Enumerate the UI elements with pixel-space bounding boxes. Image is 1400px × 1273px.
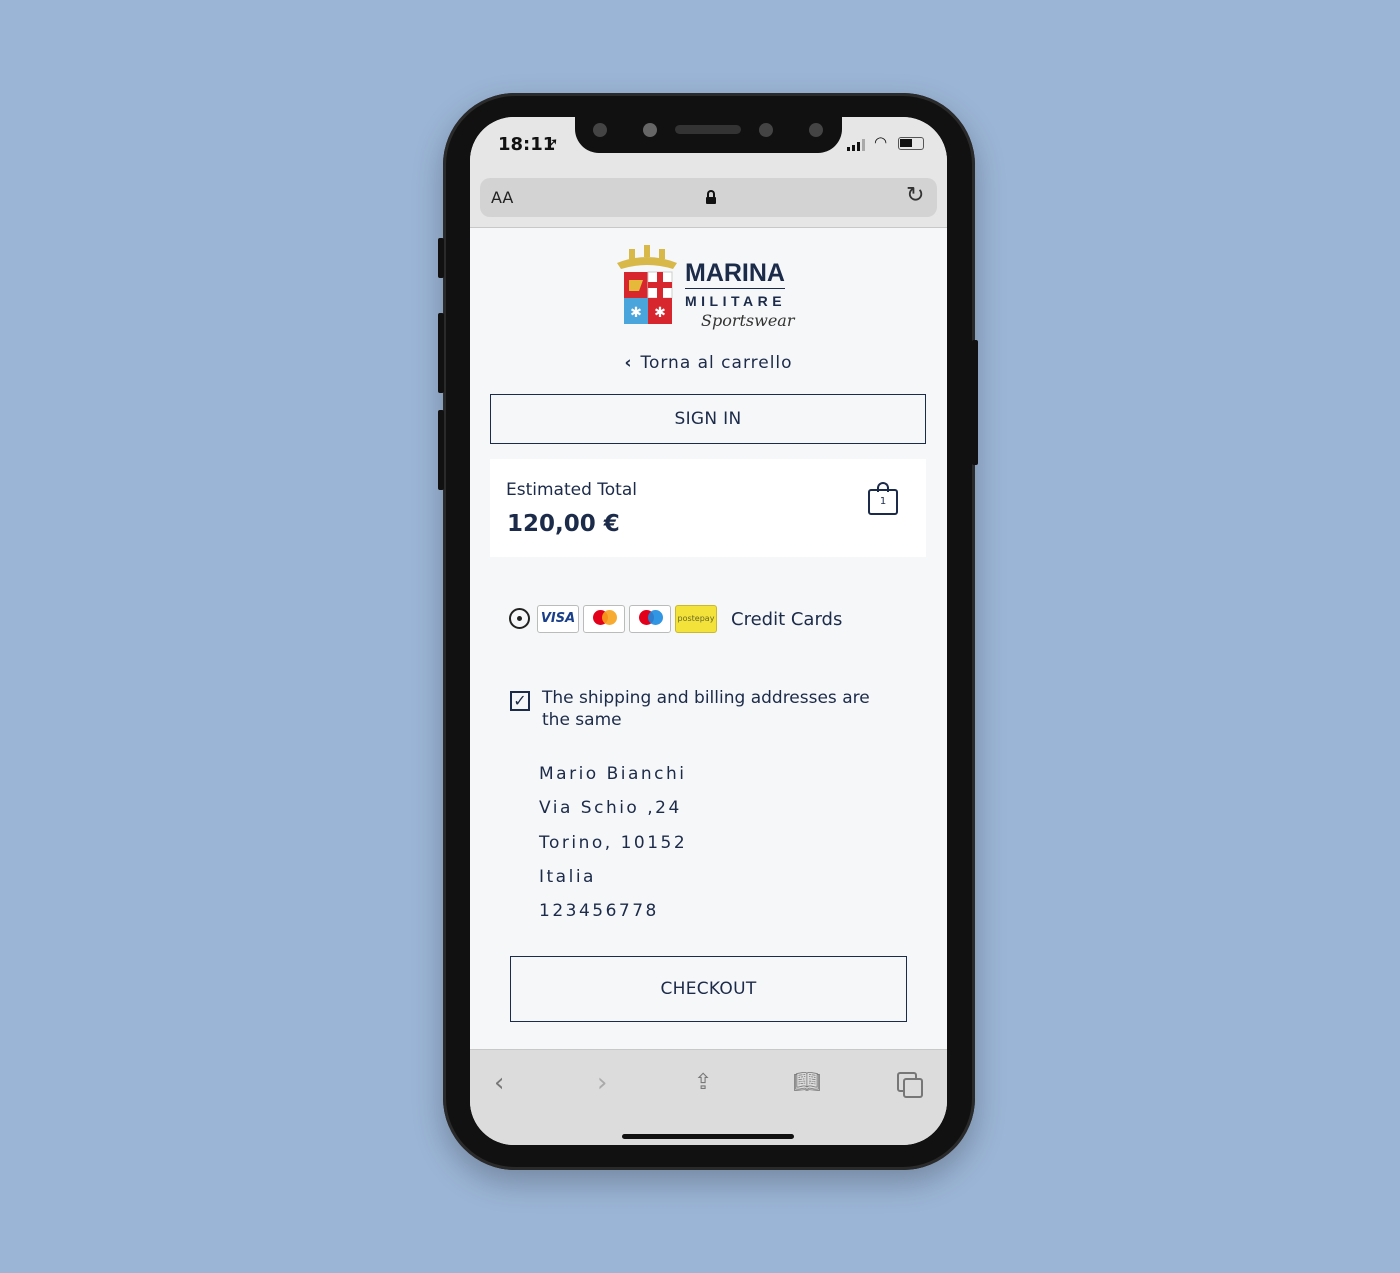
address-country: Italia — [539, 867, 596, 887]
brand-tagline: Sportswear — [701, 311, 795, 330]
sign-in-button[interactable]: SIGN IN — [490, 394, 926, 444]
cart-bag-icon[interactable]: 1 — [868, 482, 898, 515]
brand-subtitle: MILITARE — [685, 293, 787, 309]
back-to-cart-label: Torna al carrello — [640, 353, 793, 373]
svg-text:✱: ✱ — [630, 305, 642, 321]
location-icon: ➚ — [546, 134, 559, 152]
mastercard-icon — [583, 605, 625, 633]
address-phone: 123456778 — [539, 901, 659, 921]
address-street: Via Schio ,24 — [539, 798, 682, 818]
bookmarks-icon[interactable]: 📖︎ — [793, 1070, 821, 1095]
brand-logo: ✱ ✱ MARINA MILITARE Sportswear — [615, 245, 805, 333]
same-address-checkbox[interactable]: ✓ — [510, 691, 530, 711]
lock-icon — [706, 190, 716, 204]
estimated-total-card: Estimated Total 120,00 € 1 — [490, 459, 926, 557]
forward-icon[interactable]: › — [597, 1068, 607, 1098]
browser-toolbar: ‹ › ⇪ 📖︎ — [470, 1049, 947, 1145]
battery-icon — [898, 137, 924, 150]
reload-icon[interactable]: ↻ — [906, 183, 924, 208]
back-icon[interactable]: ‹ — [494, 1068, 504, 1098]
home-indicator[interactable] — [622, 1134, 794, 1139]
address-city: Torino, 10152 — [539, 833, 688, 853]
address-bar[interactable]: AA ↻ — [480, 178, 937, 217]
power-button — [972, 340, 978, 465]
volume-down-button — [438, 410, 444, 490]
coat-of-arms-icon: ✱ ✱ — [617, 245, 677, 324]
credit-cards-label: Credit Cards — [731, 609, 843, 630]
cart-count: 1 — [879, 496, 887, 507]
postepay-icon: postepay — [675, 605, 717, 633]
notch — [575, 117, 842, 153]
maestro-icon — [629, 605, 671, 633]
brand-name: MARINA — [685, 259, 785, 289]
credit-card-radio[interactable] — [509, 608, 530, 629]
text-size-button[interactable]: AA — [491, 188, 513, 207]
chevron-left-icon: ‹ — [624, 353, 633, 373]
share-icon[interactable]: ⇪ — [694, 1070, 712, 1095]
visa-icon: VISA — [537, 605, 579, 633]
checkout-button[interactable]: CHECKOUT — [510, 956, 907, 1022]
back-to-cart-link[interactable]: ‹ Torna al carrello — [470, 353, 947, 373]
signal-icon — [847, 139, 865, 151]
estimated-total-value: 120,00 € — [507, 511, 620, 537]
mute-switch — [438, 238, 444, 278]
estimated-total-label: Estimated Total — [506, 480, 637, 500]
tabs-icon[interactable] — [897, 1072, 923, 1098]
status-bar: 18:11 ➚ ◠ AA ↻ — [470, 117, 947, 228]
same-address-label: The shipping and billing addresses are t… — [542, 688, 870, 730]
wifi-icon: ◠ — [874, 133, 888, 151]
svg-text:✱: ✱ — [654, 305, 666, 321]
phone-screen: 18:11 ➚ ◠ AA ↻ ✱ ✱ MARINA MILITARE Sports… — [470, 117, 947, 1145]
address-name: Mario Bianchi — [539, 764, 687, 784]
volume-up-button — [438, 313, 444, 393]
